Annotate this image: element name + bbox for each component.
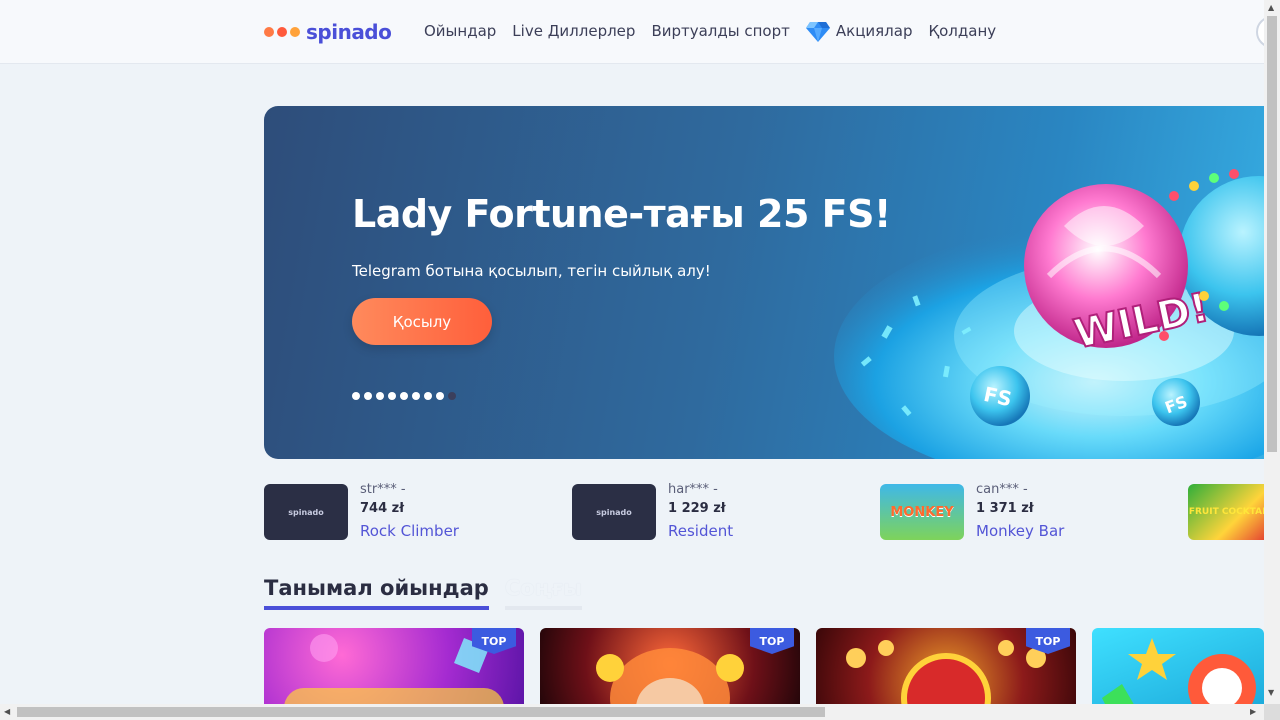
games-tabs: Танымал ойындар Соңғы (264, 576, 583, 610)
winner-user: har*** - (668, 482, 718, 497)
scroll-left-icon[interactable]: ◀ (4, 707, 10, 716)
vertical-scrollbar[interactable]: ▲ ▼ (1264, 0, 1280, 704)
nav-label: Виртуалды спорт (651, 22, 790, 40)
scroll-down-icon[interactable]: ▼ (1268, 688, 1274, 697)
banner-pagination (352, 392, 456, 400)
winner-item[interactable]: FRUIT COCKTAIL (1188, 480, 1272, 544)
top-header: spinado Ойындар Live Диллерлер Виртуалды… (0, 0, 1280, 64)
nav-item-support[interactable]: Қолдану (928, 22, 996, 40)
nav-item-virtual-sports[interactable]: Виртуалды спорт (651, 22, 789, 40)
logo-mark (264, 27, 300, 37)
winner-item[interactable]: MONKEY can*** - 1 371 zł Monkey Bar (880, 480, 1064, 544)
pagination-dot[interactable] (364, 392, 372, 400)
winner-game-link[interactable]: Rock Climber (360, 519, 459, 543)
game-card[interactable]: TOP (264, 628, 524, 704)
game-thumbnail: FRUIT COCKTAIL (1188, 484, 1272, 540)
pagination-dot[interactable] (388, 392, 396, 400)
winner-item[interactable]: spinado str*** - 744 zł Rock Climber (264, 480, 459, 544)
scroll-right-icon[interactable]: ▶ (1250, 707, 1256, 716)
vertical-scroll-thumb[interactable] (1267, 16, 1277, 452)
winner-amount: 744 zł (360, 501, 405, 516)
join-button[interactable]: Қосылу (352, 298, 492, 345)
nav-item-games[interactable]: Ойындар (424, 22, 496, 40)
winner-game-link[interactable]: Resident (668, 519, 733, 543)
winner-user: can*** - (976, 482, 1028, 497)
thumb-logo: FRUIT COCKTAIL (1188, 507, 1272, 517)
game-thumbnail: MONKEY (880, 484, 964, 540)
nav-label: Акциялар (835, 22, 913, 40)
pagination-dot[interactable] (424, 392, 432, 400)
logo-text: spinado (306, 20, 392, 44)
winner-user: str*** - (360, 482, 406, 497)
scroll-up-icon[interactable]: ▲ (1268, 3, 1274, 12)
game-card[interactable]: TOP (816, 628, 1076, 704)
thumb-logo: spinado (288, 507, 324, 517)
promo-banner[interactable]: Lady Fortune-тағы 25 FS! Telegram ботына… (264, 106, 1280, 459)
main-nav: Ойындар Live Диллерлер Виртуалды спорт А… (424, 20, 996, 42)
tab-recent[interactable]: Соңғы (504, 576, 583, 610)
pagination-dot[interactable] (376, 392, 384, 400)
game-thumbnail: spinado (572, 484, 656, 540)
nav-item-live-dealers[interactable]: Live Диллерлер (512, 22, 635, 40)
nav-item-promotions[interactable]: Акциялар (805, 20, 913, 42)
thumb-logo: spinado (596, 507, 632, 517)
winner-amount: 1 229 zł (668, 501, 726, 516)
thumb-logo: MONKEY (890, 504, 954, 520)
scrollbar-corner (1264, 704, 1280, 720)
banner-subtitle: Telegram ботына қосылып, тегін сыйлық ал… (352, 262, 711, 280)
diamond-icon (805, 22, 830, 42)
game-thumbnail: spinado (264, 484, 348, 540)
tab-popular-games[interactable]: Танымал ойындар (264, 576, 489, 610)
horizontal-scrollbar[interactable]: ◀ ▶ (0, 704, 1264, 720)
banner-artwork: WILD! FS FS (834, 169, 1280, 459)
pagination-dot[interactable] (412, 392, 420, 400)
pagination-dot[interactable] (352, 392, 360, 400)
winner-game-link[interactable]: Monkey Bar (976, 519, 1064, 543)
nav-label: Ойындар (424, 22, 497, 40)
logo[interactable]: spinado (264, 20, 392, 44)
game-artwork (1102, 638, 1256, 704)
winner-item[interactable]: spinado har*** - 1 229 zł Resident (572, 480, 733, 544)
game-card[interactable] (1092, 628, 1264, 704)
games-grid: TOP TOP TOP (264, 628, 1264, 704)
pagination-dot[interactable] (400, 392, 408, 400)
winner-amount: 1 371 zł (976, 501, 1034, 516)
recent-winners-strip: spinado str*** - 744 zł Rock Climber spi… (264, 480, 1280, 544)
game-card[interactable]: TOP (540, 628, 800, 704)
pagination-dot[interactable] (448, 392, 456, 400)
nav-label: Live Диллерлер (512, 22, 636, 40)
pagination-dot[interactable] (436, 392, 444, 400)
horizontal-scroll-thumb[interactable] (17, 707, 825, 717)
nav-label: Қолдану (928, 22, 997, 40)
